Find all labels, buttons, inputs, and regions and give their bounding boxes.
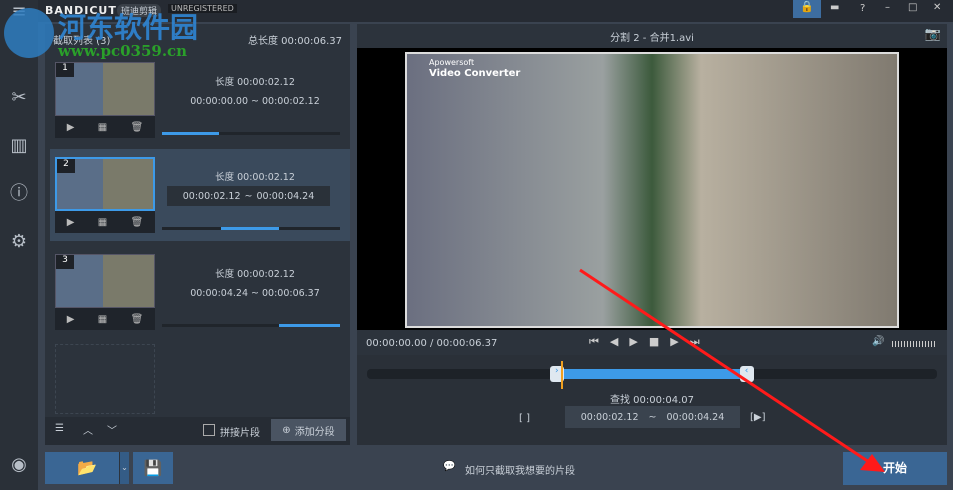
video-text: Apowersoft xyxy=(429,58,475,67)
play-range-icon[interactable]: [▶] xyxy=(750,412,766,423)
camera-icon[interactable]: 📷 xyxy=(925,27,941,42)
clip-progress xyxy=(162,132,340,135)
move-down-icon[interactable]: ﹀ xyxy=(107,422,117,437)
sidebar: ≡ ✂ ▥ ⓘ ⚙ ◉ xyxy=(0,0,38,490)
clip-range: 00:00:04.24 ~ 00:00:06.37 xyxy=(190,288,320,299)
folder-icon[interactable]: ▬ xyxy=(830,2,839,13)
open-file-button[interactable]: 📂 xyxy=(45,452,129,484)
clip-thumbnail: 3 xyxy=(55,254,155,308)
play-icon[interactable]: ▶ xyxy=(67,314,75,325)
delete-icon[interactable]: 🗑 xyxy=(131,122,144,133)
player-panel: 分割 2 - 合并1.avi 📷 Apowersoft Video Conver… xyxy=(357,24,947,445)
chat-icon: 💬 xyxy=(443,461,456,472)
play-icon[interactable]: ▶ xyxy=(629,335,637,349)
clip-length: 长度 00:00:02.12 xyxy=(215,77,295,88)
clip-progress xyxy=(162,324,340,327)
playhead[interactable] xyxy=(560,361,563,389)
range-editor[interactable]: 00:00:02.12 ~00:00:04.24 xyxy=(565,406,740,428)
clear-list-icon[interactable]: ☰ xyxy=(55,423,64,434)
merge-icon[interactable]: ▥ xyxy=(7,134,31,158)
move-up-icon[interactable]: ︿ xyxy=(83,422,93,437)
folder-open-icon: 📂 xyxy=(77,458,97,477)
clip-length: 长度 00:00:02.12 xyxy=(215,172,295,183)
clip-item-selected[interactable]: 2 ▶ ▦ 🗑 长度 00:00:02.12 00:00:02.12 ~00:00:0… xyxy=(50,149,350,241)
video-title: 分割 2 - 合并1.avi xyxy=(610,33,694,44)
help-icon[interactable]: ? xyxy=(860,3,865,14)
settings-icon[interactable]: ⚙ xyxy=(7,230,31,254)
clip-list-panel: 截取列表 (3) 总长度 00:00:06.37 1 ▶ ▦ 🗑 长度 00:00:… xyxy=(45,24,350,445)
set-start-icon[interactable]: [ ] xyxy=(519,413,530,424)
prev-segment-icon[interactable]: ⏮ xyxy=(589,335,599,349)
clip-item[interactable]: 3 ▶ ▦ 🗑 长度 00:00:02.12 00:00:04.24 ~ 00:00… xyxy=(50,246,350,338)
timeline-area: › ‹ 查找 00:00:04.07 [ ] 00:00:02.12 ~00:00… xyxy=(357,355,947,445)
clip-range: 00:00:00.00 ~ 00:00:02.12 xyxy=(190,96,320,107)
list-toolbar: ☰ ︿ ﹀ 拼接片段 ⊕ 添加分段 xyxy=(45,417,350,445)
plus-circle-icon: ⊕ xyxy=(282,424,291,436)
record-icon[interactable]: ◉ xyxy=(7,453,31,477)
play-icon[interactable]: ▶ xyxy=(67,122,75,133)
clip-range-editor[interactable]: 00:00:02.12 ~00:00:04.24 xyxy=(167,186,330,206)
minimize-icon[interactable]: – xyxy=(885,2,890,13)
watermark-logo xyxy=(4,8,54,58)
prev-frame-icon[interactable]: ◀ xyxy=(610,335,618,349)
info-icon[interactable]: ⓘ xyxy=(7,182,31,206)
volume-slider[interactable] xyxy=(892,341,935,347)
clip-thumbnail: 1 xyxy=(55,62,155,116)
play-icon[interactable]: ▶ xyxy=(67,217,75,228)
volume-icon[interactable]: 🔊 xyxy=(872,336,884,347)
watermark-name: 河东软件园 xyxy=(58,11,199,44)
range-separator: ~ xyxy=(244,190,253,202)
clip-item[interactable]: 1 ▶ ▦ 🗑 长度 00:00:02.12 00:00:00.00 ~ 00:00… xyxy=(50,54,350,146)
empty-slot xyxy=(55,344,155,414)
grid-icon[interactable]: ▦ xyxy=(98,217,107,228)
grid-icon[interactable]: ▦ xyxy=(98,122,107,133)
merge-checkbox[interactable] xyxy=(203,424,215,436)
playback-controls: ⏮ ◀ ▶ ■ ▶ ⏭ xyxy=(589,335,700,349)
save-icon: 💾 xyxy=(143,459,163,477)
range-separator: ~ xyxy=(648,411,657,423)
start-time-input[interactable]: 00:00:02.12 xyxy=(581,412,639,423)
video-text: Video Converter xyxy=(429,68,521,79)
cut-icon[interactable]: ✂ xyxy=(7,86,31,110)
open-dropdown[interactable]: ⌄ xyxy=(119,452,129,484)
clip-progress xyxy=(162,227,340,230)
close-icon[interactable]: ✕ xyxy=(933,2,941,13)
stop-icon[interactable]: ■ xyxy=(649,335,659,349)
add-segment-button[interactable]: ⊕ 添加分段 xyxy=(271,419,346,441)
next-frame-icon[interactable]: ▶ xyxy=(670,335,678,349)
end-time-input[interactable]: 00:00:04.24 xyxy=(666,412,724,423)
end-handle[interactable]: ‹ xyxy=(739,366,754,382)
seek-time: 查找 00:00:04.07 xyxy=(610,395,694,406)
merge-label: 拼接片段 xyxy=(220,428,260,439)
timeline-track[interactable]: › ‹ xyxy=(367,361,937,389)
grid-icon[interactable]: ▦ xyxy=(98,314,107,325)
save-button[interactable]: 💾 xyxy=(133,452,173,484)
clip-thumbnail: 2 xyxy=(55,157,155,211)
total-length: 总长度 00:00:06.37 xyxy=(248,36,342,47)
next-segment-icon[interactable]: ⏭ xyxy=(690,335,700,349)
start-time-input[interactable]: 00:00:02.12 xyxy=(183,191,241,202)
video-frame: Apowersoft Video Converter xyxy=(405,52,899,328)
watermark-url: www.pc0359.cn xyxy=(58,42,188,60)
selection-range xyxy=(556,369,747,379)
lock-icon[interactable]: 🔒 xyxy=(793,0,821,18)
help-link[interactable]: 如何只截取我想要的片段 xyxy=(465,462,575,477)
delete-icon[interactable]: 🗑 xyxy=(131,217,144,228)
clip-length: 长度 00:00:02.12 xyxy=(215,269,295,280)
start-button[interactable]: 开始 xyxy=(843,452,947,485)
video-preview[interactable]: Apowersoft Video Converter xyxy=(357,48,947,330)
end-time-input[interactable]: 00:00:04.24 xyxy=(256,191,314,202)
delete-icon[interactable]: 🗑 xyxy=(131,314,144,325)
time-display: 00:00:00.00 / 00:00:06.37 xyxy=(366,338,498,349)
maximize-icon[interactable]: □ xyxy=(908,2,917,13)
